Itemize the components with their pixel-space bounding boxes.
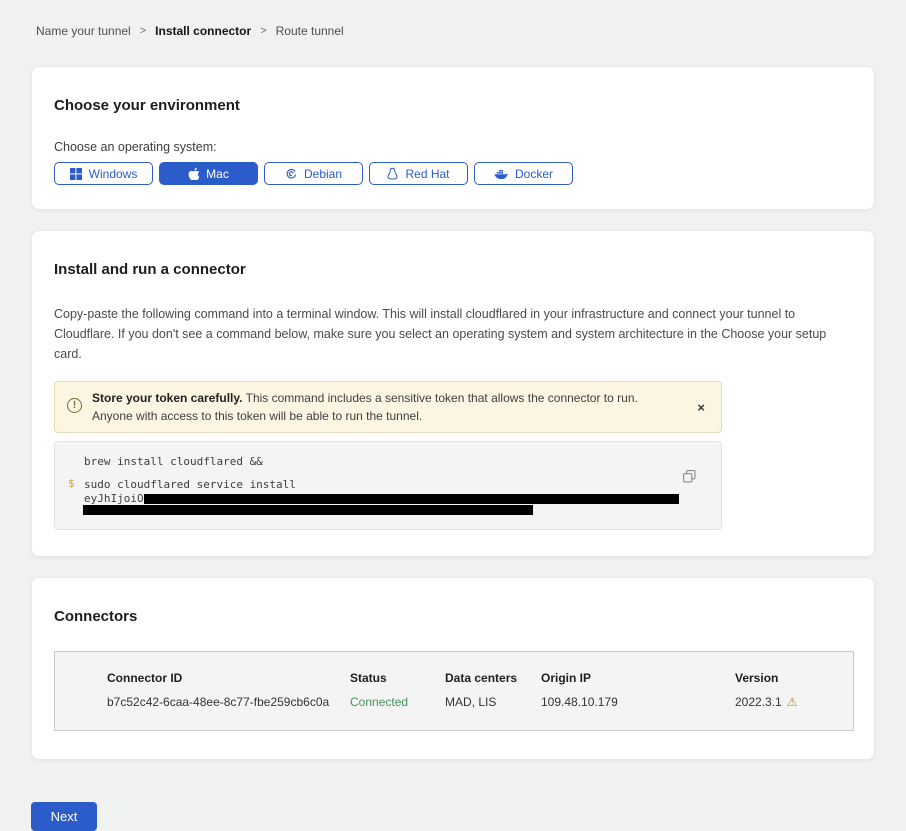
redacted-token-bar [83,505,533,515]
debian-icon [285,168,297,180]
install-card-title: Install and run a connector [54,261,852,278]
breadcrumb-step-route-tunnel[interactable]: Route tunnel [276,24,344,38]
os-button-label: Windows [89,167,138,181]
os-button-label: Mac [206,167,229,181]
token-line: eyJhIjoiO [84,493,705,504]
install-description: Copy-paste the following command into a … [54,304,850,364]
install-connector-card: Install and run a connector Copy-paste t… [31,230,875,557]
warning-text: Store your token carefully. This command… [92,389,679,425]
os-button-group: Windows Mac Debian [54,162,852,185]
col-header-data-centers: Data centers [445,671,541,685]
redacted-token-bar [144,494,679,504]
os-select-label: Choose an operating system: [54,140,852,154]
breadcrumb-step-install-connector[interactable]: Install connector [155,24,251,38]
connectors-card: Connectors Connector ID Status Data cent… [31,577,875,760]
next-button[interactable]: Next [31,802,97,831]
windows-icon [70,168,82,180]
redhat-linux-penguin-icon [387,167,398,180]
os-button-label: Docker [515,167,553,181]
environment-card-title: Choose your environment [54,97,852,114]
status-badge: Connected [350,695,445,709]
version-value: 2022.3.1 [735,695,782,709]
os-button-label: Debian [304,167,342,181]
apple-icon [188,167,199,180]
breadcrumb-step-name-tunnel[interactable]: Name your tunnel [36,24,131,38]
os-button-redhat[interactable]: Red Hat [369,162,468,185]
token-warning-banner: ! Store your token carefully. This comma… [54,381,722,433]
close-icon[interactable]: × [693,398,709,417]
shell-prompt: $ [68,476,75,491]
os-button-windows[interactable]: Windows [54,162,153,185]
connectors-table: Connector ID Status Data centers Origin … [54,651,854,731]
code-line-brew-install: brew install cloudflared && [84,454,705,469]
warning-title: Store your token carefully. [92,391,243,405]
breadcrumb-separator: > [260,25,266,37]
environment-card: Choose your environment Choose an operat… [31,66,875,210]
col-header-version: Version [735,671,853,685]
table-row: b7c52c42-6caa-48ee-8c77-fbe259cb6c0a Con… [107,695,853,709]
col-header-status: Status [350,671,445,685]
version-warning-icon: ⚠ [787,696,798,708]
install-command-code-block: brew install cloudflared && $ sudo cloud… [54,441,722,530]
col-header-connector-id: Connector ID [107,671,350,685]
data-centers-value: MAD, LIS [445,695,541,709]
connectors-table-header: Connector ID Status Data centers Origin … [107,671,853,685]
version-cell: 2022.3.1 ⚠ [735,695,853,709]
os-button-debian[interactable]: Debian [264,162,363,185]
tunnel-setup-page: Name your tunnel > Install connector > R… [0,0,906,740]
alert-circle-icon: ! [67,398,82,413]
breadcrumb: Name your tunnel > Install connector > R… [0,0,906,38]
connector-id-value: b7c52c42-6caa-48ee-8c77-fbe259cb6c0a [107,695,350,709]
token-prefix-text: eyJhIjoiO [84,493,144,504]
copy-icon[interactable] [681,469,697,485]
docker-whale-icon [494,168,508,180]
os-button-label: Red Hat [405,167,449,181]
os-button-mac[interactable]: Mac [159,162,258,185]
col-header-origin-ip: Origin IP [541,671,735,685]
os-button-docker[interactable]: Docker [474,162,573,185]
origin-ip-value: 109.48.10.179 [541,695,735,709]
connectors-card-title: Connectors [54,608,852,625]
code-line-service-install: sudo cloudflared service install [84,477,705,492]
breadcrumb-separator: > [140,25,146,37]
